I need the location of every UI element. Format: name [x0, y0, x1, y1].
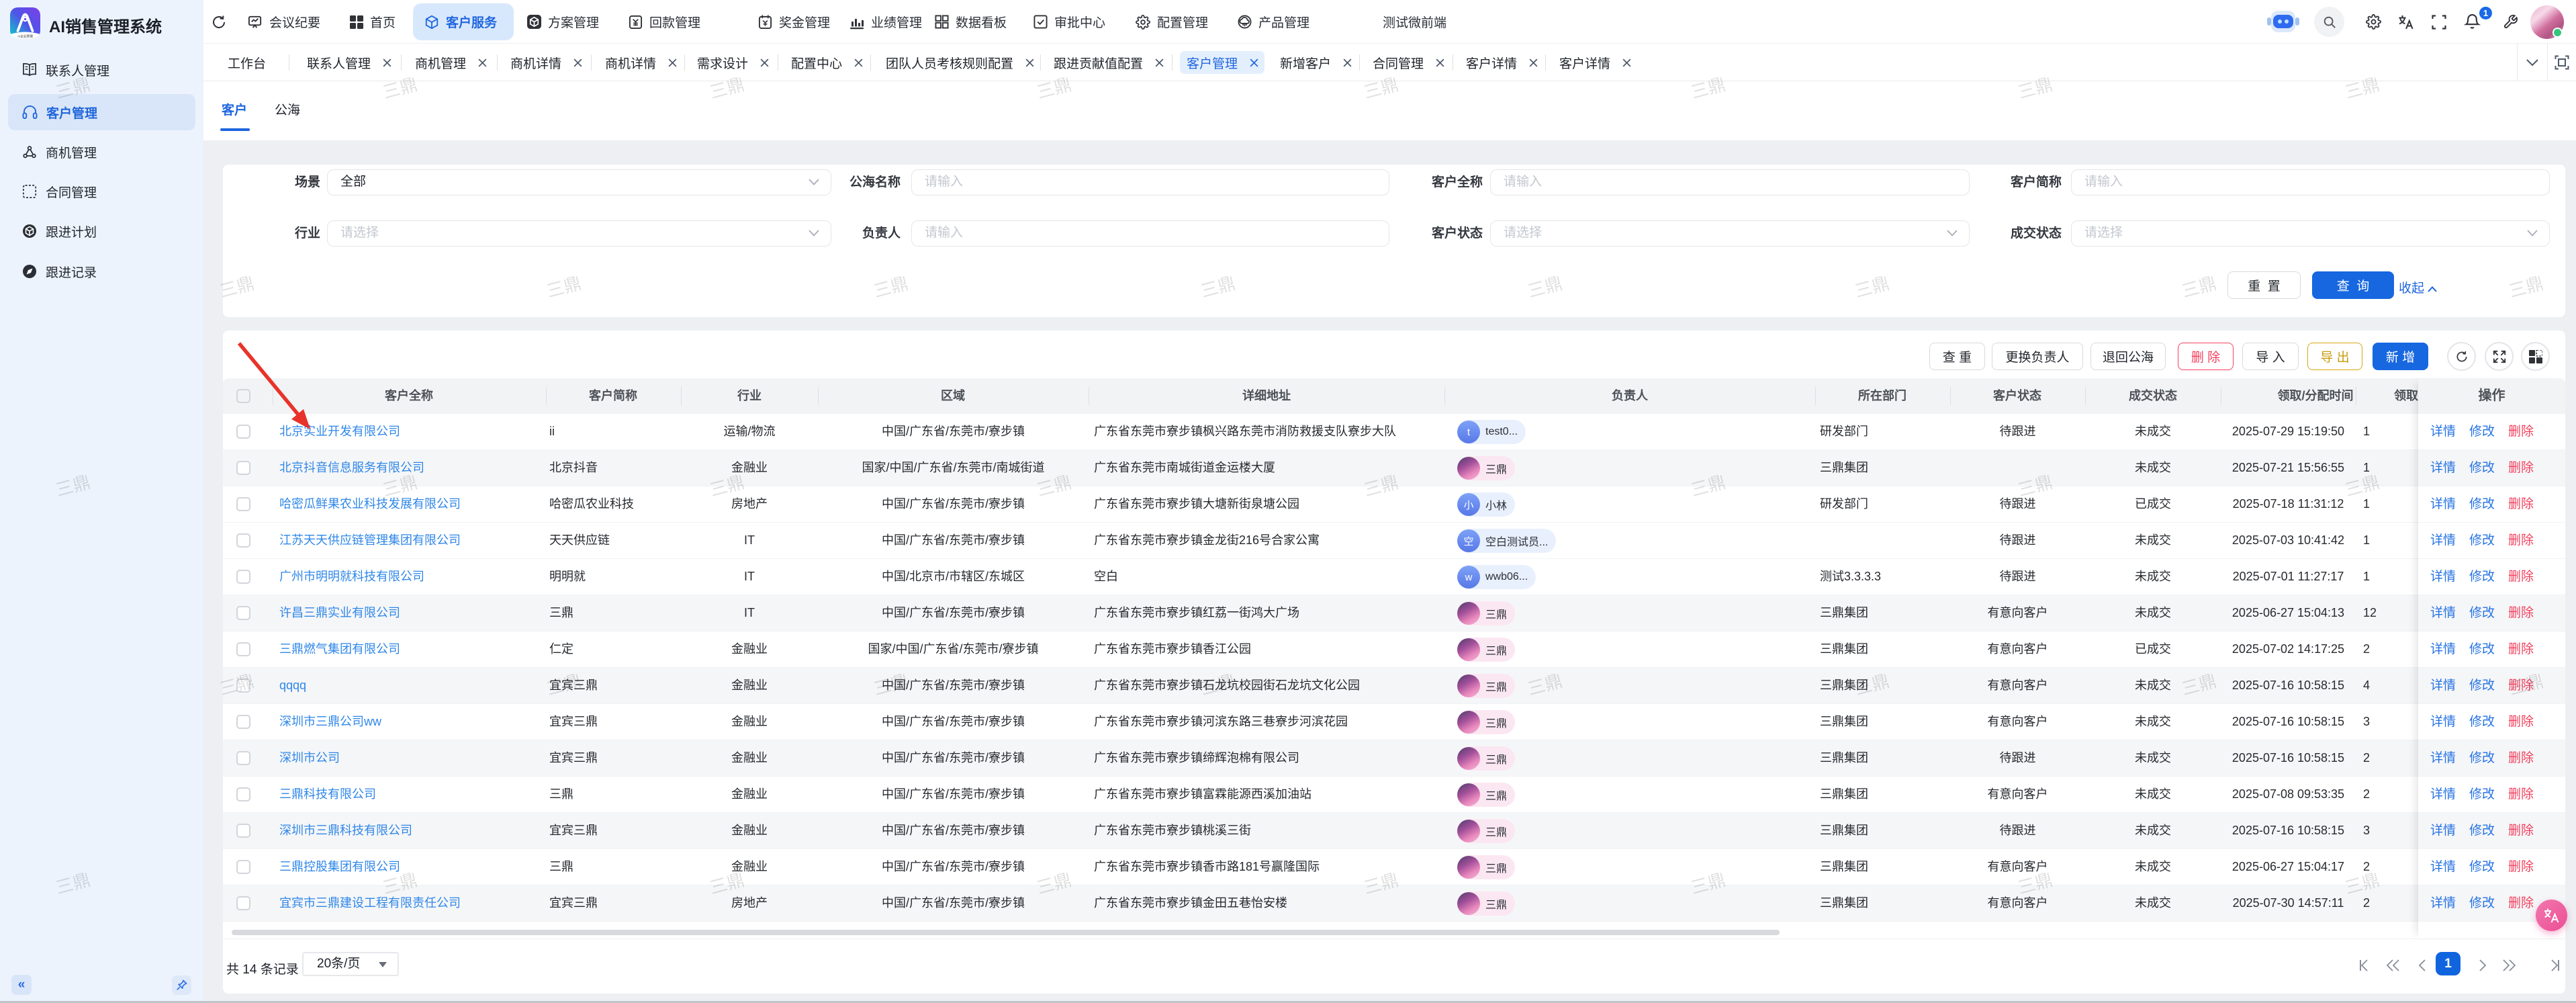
svg-text:AI企业管理: AI企业管理	[17, 34, 33, 39]
